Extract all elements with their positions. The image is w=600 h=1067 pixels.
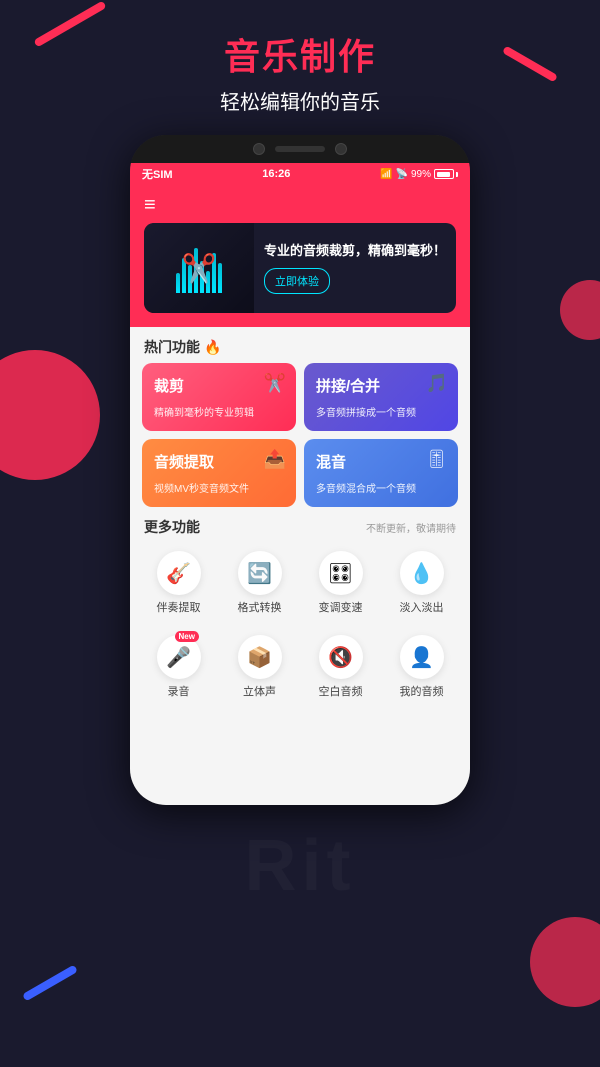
battery-icon <box>434 169 458 179</box>
mix-icon: 🎚 <box>425 449 448 470</box>
page-title: 音乐制作 <box>20 28 580 80</box>
app-header: ≡ ✂️ 专业的音频裁剪， <box>130 185 470 327</box>
hot-card-merge[interactable]: 拼接/合并 多音频拼接成一个音频 🎵 <box>304 363 458 431</box>
banner-text: 专业的音频裁剪，精确到毫秒！ 立即体验 <box>254 234 456 302</box>
hot-section-label: 热门功能 🔥 <box>130 327 470 363</box>
accompaniment-label: 伴奏提取 <box>157 599 201 615</box>
bg-circle-left <box>0 350 100 480</box>
bg-circle-right-top <box>560 280 600 340</box>
app-screen: ≡ ✂️ 专业的音频裁剪， <box>130 185 470 805</box>
battery-percent: 99% <box>411 169 431 180</box>
accompaniment-icon: 🎸 <box>157 551 201 595</box>
banner-try-button[interactable]: 立即体验 <box>264 268 330 294</box>
phone-camera <box>253 143 265 155</box>
scissors-icon: ✂️ <box>182 252 217 285</box>
hot-card-subtitle: 多音频混合成一个音频 <box>316 480 446 495</box>
bg-line-bottom-left <box>22 965 78 1002</box>
status-icons: 📶 📡 99% <box>380 169 458 180</box>
more-section-title: 更多功能 <box>144 517 200 537</box>
battery-body <box>434 169 454 179</box>
pitch-label: 变调变速 <box>319 599 363 615</box>
more-item-convert[interactable]: 🔄 格式转换 <box>221 543 298 623</box>
hot-section-text: 热门功能 <box>144 337 200 357</box>
new-badge: New <box>175 631 199 642</box>
my-audio-label: 我的音频 <box>400 683 444 699</box>
banner-title: 专业的音频裁剪，精确到毫秒！ <box>264 242 446 260</box>
convert-icon: 🔄 <box>238 551 282 595</box>
silent-icon: 🔇 <box>319 635 363 679</box>
stereo-label: 立体声 <box>243 683 276 699</box>
status-bar: 无SIM 16:26 📶 📡 99% <box>130 163 470 185</box>
fire-emoji: 🔥 <box>204 339 221 356</box>
more-item-accompaniment[interactable]: 🎸 伴奏提取 <box>140 543 217 623</box>
convert-label: 格式转换 <box>238 599 282 615</box>
promo-banner[interactable]: ✂️ 专业的音频裁剪，精确到毫秒！ 立即体验 <box>144 223 456 313</box>
bg-circle-bottom-right <box>530 917 600 1007</box>
extract-icon: 📤 <box>264 449 286 470</box>
more-item-my-audio[interactable]: 👤 我的音频 <box>383 627 460 707</box>
pitch-icon: 🎛 <box>319 551 363 595</box>
fade-label: 淡入淡出 <box>400 599 444 615</box>
merge-icon: 🎵 <box>426 373 448 394</box>
hot-card-extract[interactable]: 音频提取 视频MV秒变音频文件 📤 <box>142 439 296 507</box>
hot-card-subtitle: 视频MV秒变音频文件 <box>154 480 284 495</box>
more-item-fade[interactable]: 💧 淡入淡出 <box>383 543 460 623</box>
more-item-silent[interactable]: 🔇 空白音频 <box>302 627 379 707</box>
hot-card-trim[interactable]: 裁剪 精确到毫秒的专业剪辑 ✂️ <box>142 363 296 431</box>
page-subtitle: 轻松编辑你的音乐 <box>20 86 580 115</box>
page-header: 音乐制作 轻松编辑你的音乐 <box>0 0 600 125</box>
rit-watermark: Rit <box>245 825 356 907</box>
more-section-note: 不断更新，敬请期待 <box>366 520 456 535</box>
wifi-icon: 📡 <box>396 169 408 180</box>
more-features-grid: 🎸 伴奏提取 🔄 格式转换 🎛 变调变速 💧 淡入淡出 New 🎤 录音 <box>130 543 470 715</box>
stereo-icon: 📦 <box>238 635 282 679</box>
phone-frame: 无SIM 16:26 📶 📡 99% ≡ <box>130 135 470 805</box>
silent-label: 空白音频 <box>319 683 363 699</box>
time-text: 16:26 <box>262 168 290 180</box>
more-item-stereo[interactable]: 📦 立体声 <box>221 627 298 707</box>
record-label: 录音 <box>168 683 190 699</box>
more-item-record[interactable]: New 🎤 录音 <box>140 627 217 707</box>
menu-icon[interactable]: ≡ <box>144 195 456 215</box>
phone-camera-2 <box>335 143 347 155</box>
signal-icon: 📶 <box>380 169 392 180</box>
hot-card-subtitle: 多音频拼接成一个音频 <box>316 404 446 419</box>
carrier-text: 无SIM <box>142 166 173 182</box>
battery-tip <box>456 172 458 177</box>
hot-features-grid: 裁剪 精确到毫秒的专业剪辑 ✂️ 拼接/合并 多音频拼接成一个音频 🎵 音频提取… <box>130 363 470 507</box>
phone-top-bar <box>130 135 470 163</box>
trim-icon: ✂️ <box>264 373 286 394</box>
fade-icon: 💧 <box>400 551 444 595</box>
hot-card-subtitle: 精确到毫秒的专业剪辑 <box>154 404 284 419</box>
banner-visual: ✂️ <box>144 223 254 313</box>
phone-speaker <box>275 146 325 152</box>
my-audio-icon: 👤 <box>400 635 444 679</box>
battery-fill <box>437 172 451 177</box>
hot-card-mix[interactable]: 混音 多音频混合成一个音频 🎚 <box>304 439 458 507</box>
more-section-header: 更多功能 不断更新，敬请期待 <box>130 507 470 543</box>
more-item-pitch[interactable]: 🎛 变调变速 <box>302 543 379 623</box>
